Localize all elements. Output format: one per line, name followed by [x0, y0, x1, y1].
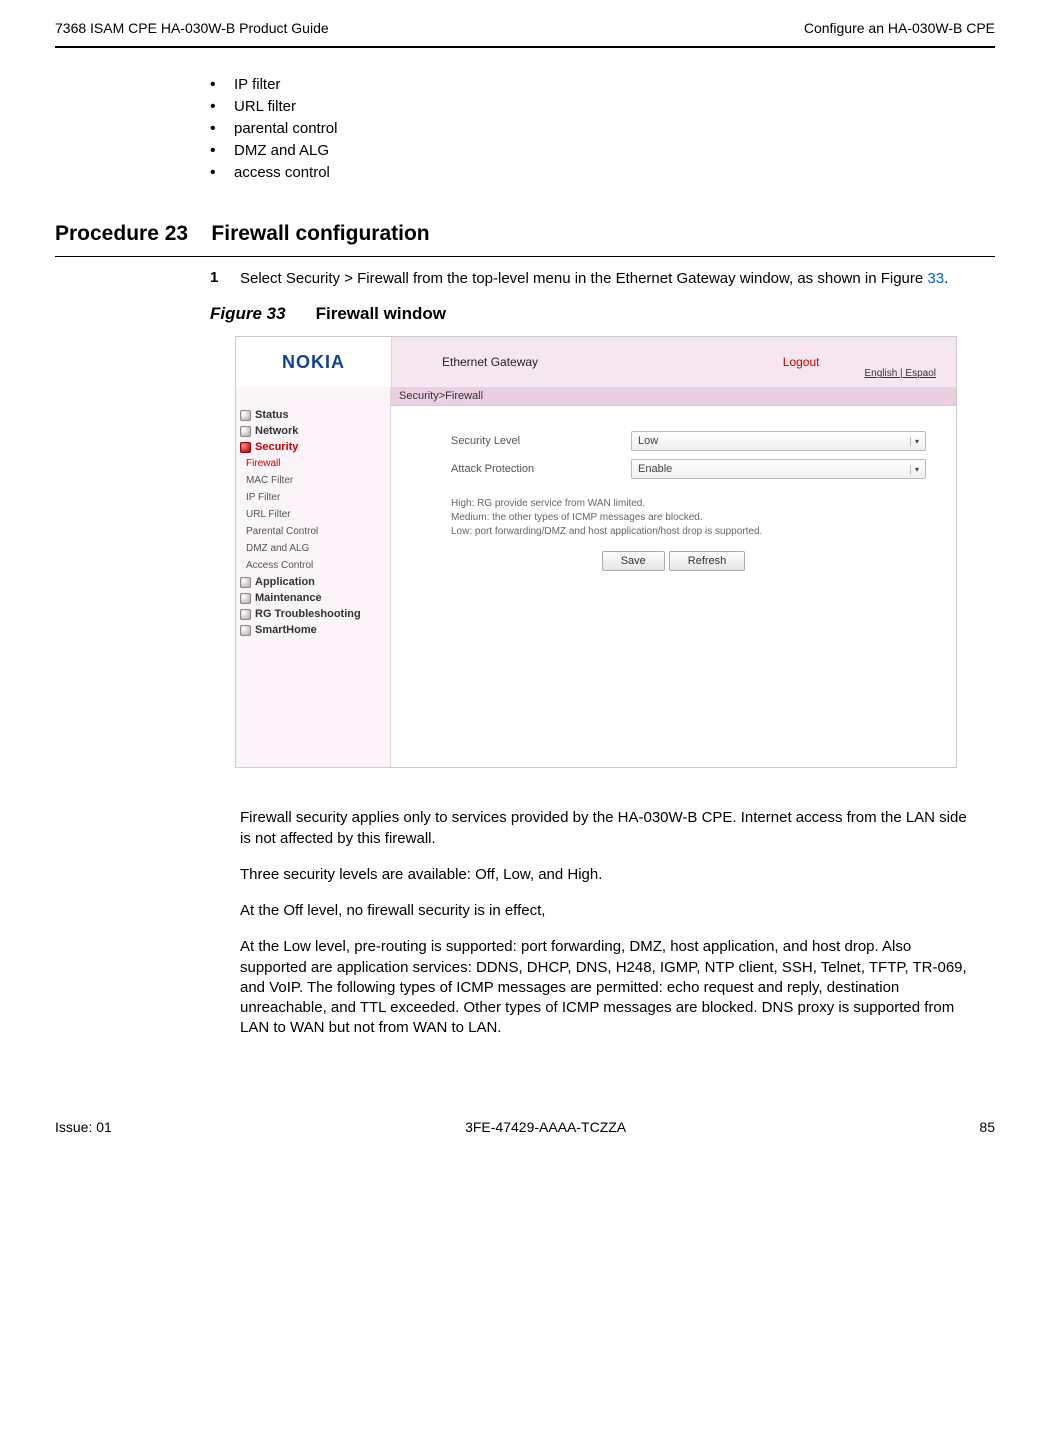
- chevron-down-icon: ▾: [910, 465, 923, 474]
- procedure-heading: Procedure 23 Firewall configuration: [55, 222, 995, 246]
- sidebar-label: SmartHome: [255, 624, 317, 636]
- expand-icon: [240, 426, 251, 437]
- sidebar-item-smarthome[interactable]: SmartHome: [236, 622, 390, 638]
- paragraph: At the Off level, no firewall security i…: [240, 901, 975, 921]
- header-right: Configure an HA-030W-B CPE: [804, 20, 995, 36]
- expand-icon: [240, 593, 251, 604]
- procedure-title: Firewall configuration: [211, 222, 429, 245]
- figure-title: Figure 33 Firewall window: [210, 304, 995, 324]
- paragraph: At the Low level, pre-routing is support…: [240, 937, 975, 1038]
- security-level-select[interactable]: Low ▾: [631, 431, 926, 451]
- help-line: Medium: the other types of ICMP messages…: [451, 511, 956, 525]
- language-links[interactable]: English | Espaol: [864, 368, 936, 379]
- expand-icon: [240, 410, 251, 421]
- step-number: 1: [210, 269, 240, 289]
- footer-left: Issue: 01: [55, 1119, 112, 1135]
- expand-icon: [240, 625, 251, 636]
- gateway-title: Ethernet Gateway: [442, 355, 783, 369]
- bullet-dot: •: [210, 164, 234, 182]
- sidebar-sub-access[interactable]: Access Control: [236, 557, 390, 574]
- help-line: High: RG provide service from WAN limite…: [451, 497, 956, 511]
- attack-protection-label: Attack Protection: [451, 463, 631, 475]
- bullet-dot: •: [210, 76, 234, 94]
- save-button[interactable]: Save: [602, 551, 665, 571]
- header-left: 7368 ISAM CPE HA-030W-B Product Guide: [55, 20, 329, 36]
- footer-center: 3FE-47429-AAAA-TCZZA: [465, 1119, 626, 1135]
- paragraph: Three security levels are available: Off…: [240, 865, 975, 885]
- chevron-down-icon: ▾: [910, 437, 923, 446]
- step-text: Select Security > Firewall from the top-…: [240, 269, 995, 289]
- logo-cell: NOKIA: [236, 337, 392, 387]
- bullet-dot: •: [210, 142, 234, 160]
- sidebar-label: Security: [255, 441, 298, 453]
- step-text-after: .: [944, 270, 948, 287]
- step-row: 1 Select Security > Firewall from the to…: [55, 269, 995, 289]
- page-footer: Issue: 01 3FE-47429-AAAA-TCZZA 85: [55, 1119, 995, 1135]
- expand-icon: [240, 577, 251, 588]
- figure-link[interactable]: 33: [927, 270, 944, 287]
- sidebar-item-status[interactable]: Status: [236, 407, 390, 423]
- paragraph: Firewall security applies only to servic…: [240, 808, 975, 849]
- sidebar-label: RG Troubleshooting: [255, 608, 361, 620]
- footer-right: 85: [979, 1119, 995, 1135]
- sidebar-label: Network: [255, 425, 298, 437]
- refresh-button[interactable]: Refresh: [669, 551, 746, 571]
- sidebar-label: Status: [255, 409, 289, 421]
- sidebar-item-troubleshoot[interactable]: RG Troubleshooting: [236, 606, 390, 622]
- bullet-dot: •: [210, 98, 234, 116]
- logout-link[interactable]: Logout: [783, 355, 820, 369]
- sidebar-item-maintenance[interactable]: Maintenance: [236, 590, 390, 606]
- bullet-list: •IP filter •URL filter •parental control…: [210, 76, 995, 182]
- sidebar-sub-firewall[interactable]: Firewall: [236, 455, 390, 472]
- figure-label: Figure 33: [210, 304, 286, 323]
- sidebar-sub-parental[interactable]: Parental Control: [236, 523, 390, 540]
- help-text: High: RG provide service from WAN limite…: [391, 497, 956, 539]
- procedure-rule: [55, 256, 995, 257]
- nokia-logo: NOKIA: [282, 352, 345, 373]
- sidebar: Status Network Security Firewall MAC Fil…: [236, 387, 391, 767]
- screenshot-main: Security>Firewall Security Level Low ▾ A…: [391, 387, 956, 767]
- bullet-item: access control: [234, 164, 330, 181]
- screenshot-header: NOKIA Ethernet Gateway Logout English | …: [236, 337, 956, 387]
- procedure-label: Procedure 23: [55, 222, 188, 245]
- sidebar-label: Application: [255, 576, 315, 588]
- sidebar-item-application[interactable]: Application: [236, 574, 390, 590]
- sidebar-sub-macfilter[interactable]: MAC Filter: [236, 472, 390, 489]
- figure-name: Firewall window: [316, 304, 446, 323]
- bullet-item: IP filter: [234, 76, 280, 93]
- sidebar-label: Maintenance: [255, 592, 322, 604]
- bullet-item: parental control: [234, 120, 337, 137]
- sidebar-item-security[interactable]: Security: [236, 439, 390, 455]
- security-level-label: Security Level: [451, 435, 631, 447]
- sidebar-item-network[interactable]: Network: [236, 423, 390, 439]
- bullet-item: URL filter: [234, 98, 296, 115]
- page-header: 7368 ISAM CPE HA-030W-B Product Guide Co…: [55, 20, 995, 46]
- step-text-before: Select Security > Firewall from the top-…: [240, 270, 927, 287]
- header-rule: [55, 46, 995, 48]
- bullet-item: DMZ and ALG: [234, 142, 329, 159]
- collapse-icon: [240, 442, 251, 453]
- sidebar-sub-ipfilter[interactable]: IP Filter: [236, 489, 390, 506]
- sidebar-sub-urlfilter[interactable]: URL Filter: [236, 506, 390, 523]
- expand-icon: [240, 609, 251, 620]
- sidebar-sub-dmzalg[interactable]: DMZ and ALG: [236, 540, 390, 557]
- attack-protection-select[interactable]: Enable ▾: [631, 459, 926, 479]
- select-value: Low: [638, 435, 658, 447]
- bullet-dot: •: [210, 120, 234, 138]
- breadcrumb: Security>Firewall: [391, 387, 956, 406]
- firewall-screenshot: NOKIA Ethernet Gateway Logout English | …: [235, 336, 957, 768]
- select-value: Enable: [638, 463, 672, 475]
- help-line: Low: port forwarding/DMZ and host applic…: [451, 525, 956, 539]
